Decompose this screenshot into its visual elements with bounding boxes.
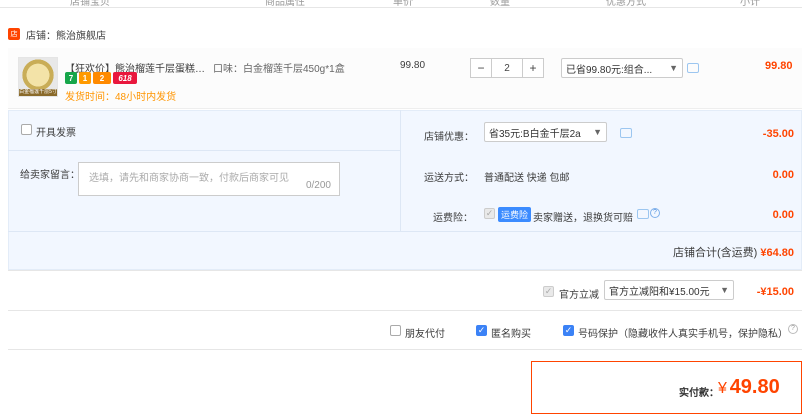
unit-price: 99.80 xyxy=(400,60,426,71)
divider xyxy=(8,349,802,350)
delivery-label: 运送方式： xyxy=(424,173,474,184)
help-icon[interactable]: ? xyxy=(788,324,798,334)
promo-618-badge: 618 xyxy=(113,72,137,84)
qty-minus-button[interactable]: − xyxy=(470,58,492,78)
divider xyxy=(8,231,802,232)
shop-row: 店 店铺： 熊治旗舰店 xyxy=(8,27,106,42)
item-discount-value: 已省99.80元:组合... xyxy=(566,64,653,76)
insurance-price: 0.00 xyxy=(772,209,794,221)
pay-amount-value: 49.80 xyxy=(729,376,780,398)
store-coupon-label: 店铺优惠： xyxy=(424,132,474,143)
column-attr: 商品属性 xyxy=(265,0,305,8)
delivery-price: 0.00 xyxy=(772,169,794,181)
store-coupon-amount: -35.00 xyxy=(762,128,794,140)
official-discount-select[interactable]: 官方立减阳和¥15.00元 ▼ xyxy=(604,280,734,300)
friend-pay-checkbox[interactable] xyxy=(390,325,401,336)
divider xyxy=(400,110,401,231)
chevron-down-icon: ▼ xyxy=(720,285,729,295)
store-coupon-select[interactable]: 省35元:B白金千层2a ▼ xyxy=(484,122,607,142)
thumbnail-caption: 白金榴莲千层5寸 xyxy=(19,89,57,96)
qty-input[interactable]: 2 xyxy=(492,58,522,78)
column-price: 单价 xyxy=(393,0,413,8)
insurance-checkbox xyxy=(484,208,495,219)
help-icon[interactable]: ? xyxy=(650,208,660,218)
delivery-method: 普通配送 快递 包邮 xyxy=(484,173,570,184)
anonymous-label: 匿名购买 xyxy=(491,329,531,340)
message-placeholder: 选填，请先和商家协商一致，付款后商家可见 xyxy=(89,173,289,184)
invoice-label: 开具发票 xyxy=(36,128,76,139)
card-badge-icon: 2 xyxy=(93,72,111,84)
official-discount-checkbox xyxy=(543,286,554,297)
message-label: 给卖家留言： xyxy=(20,170,80,181)
column-discount: 优惠方式 xyxy=(606,0,646,8)
comment-icon[interactable] xyxy=(620,128,632,138)
product-badges: 7 1 2 618 xyxy=(65,72,137,84)
pay-label: 实付款： xyxy=(679,388,719,399)
anonymous-checkbox[interactable] xyxy=(476,325,487,336)
column-header: 店铺宝贝 商品属性 单价 数量 优惠方式 小计 xyxy=(0,0,802,8)
shop-name-link[interactable]: 熊治旗舰店 xyxy=(56,27,106,42)
divider xyxy=(8,150,400,151)
product-thumbnail[interactable]: 白金榴莲千层5寸 xyxy=(18,57,58,97)
invoice-checkbox[interactable] xyxy=(21,124,32,135)
chevron-down-icon: ▼ xyxy=(593,127,602,137)
insurance-desc: 卖家赠送，退换货可赔 xyxy=(533,213,633,224)
official-discount-value: 官方立减阳和¥15.00元 xyxy=(609,286,710,298)
cart-item: 白金榴莲千层5寸 【狂欢价】熊治榴莲千层蛋糕白... 口味：白金榴莲千层450g… xyxy=(8,48,802,109)
shop-icon: 店 xyxy=(8,28,20,40)
pay-amount: ¥ 49.80 xyxy=(718,376,780,399)
chevron-down-icon: ▼ xyxy=(669,63,678,73)
shop-label: 店铺： xyxy=(26,30,56,42)
item-subtotal: 99.80 xyxy=(765,60,793,72)
char-counter: 0/200 xyxy=(305,180,331,191)
privacy-label: 号码保护（隐藏收件人真实手机号，保护隐私） xyxy=(578,329,788,340)
seven-day-return-badge: 7 xyxy=(65,72,77,84)
store-total-label: 店铺合计(含运费) xyxy=(672,247,758,259)
store-coupon-value: 省35元:B白金千层2a xyxy=(489,128,581,140)
service-badge-icon: 1 xyxy=(79,72,91,84)
item-discount-select[interactable]: 已省99.80元:组合... ▼ xyxy=(561,58,683,78)
privacy-checkbox[interactable] xyxy=(563,325,574,336)
divider xyxy=(8,270,802,271)
store-total: 店铺合计(含运费) ¥64.80 xyxy=(673,244,794,260)
column-subtotal: 小计 xyxy=(740,0,760,8)
insurance-tag: 运费险 xyxy=(498,207,532,222)
comment-icon[interactable] xyxy=(687,63,699,73)
shipping-time: 发货时间：48小时内发货 xyxy=(65,92,177,103)
official-discount-label: 官方立减 xyxy=(559,290,599,301)
qty-plus-button[interactable]: + xyxy=(522,58,544,78)
friend-pay-label: 朋友代付 xyxy=(405,329,445,340)
quantity-stepper: − 2 + xyxy=(470,58,544,78)
insurance-label: 运费险： xyxy=(433,213,473,224)
product-spec: 口味：白金榴莲千层450g*1盒 xyxy=(213,64,345,75)
message-textarea[interactable]: 选填，请先和商家协商一致，付款后商家可见 0/200 xyxy=(78,162,340,196)
store-total-value: ¥64.80 xyxy=(760,247,794,259)
column-qty: 数量 xyxy=(490,0,510,8)
divider xyxy=(8,310,802,311)
column-shop: 店铺宝贝 xyxy=(70,0,110,8)
official-discount-amount: -¥15.00 xyxy=(756,286,794,298)
currency-symbol: ¥ xyxy=(718,380,727,397)
payment-summary: 实付款： ¥ 49.80 xyxy=(531,361,802,414)
comment-icon[interactable] xyxy=(637,209,649,219)
